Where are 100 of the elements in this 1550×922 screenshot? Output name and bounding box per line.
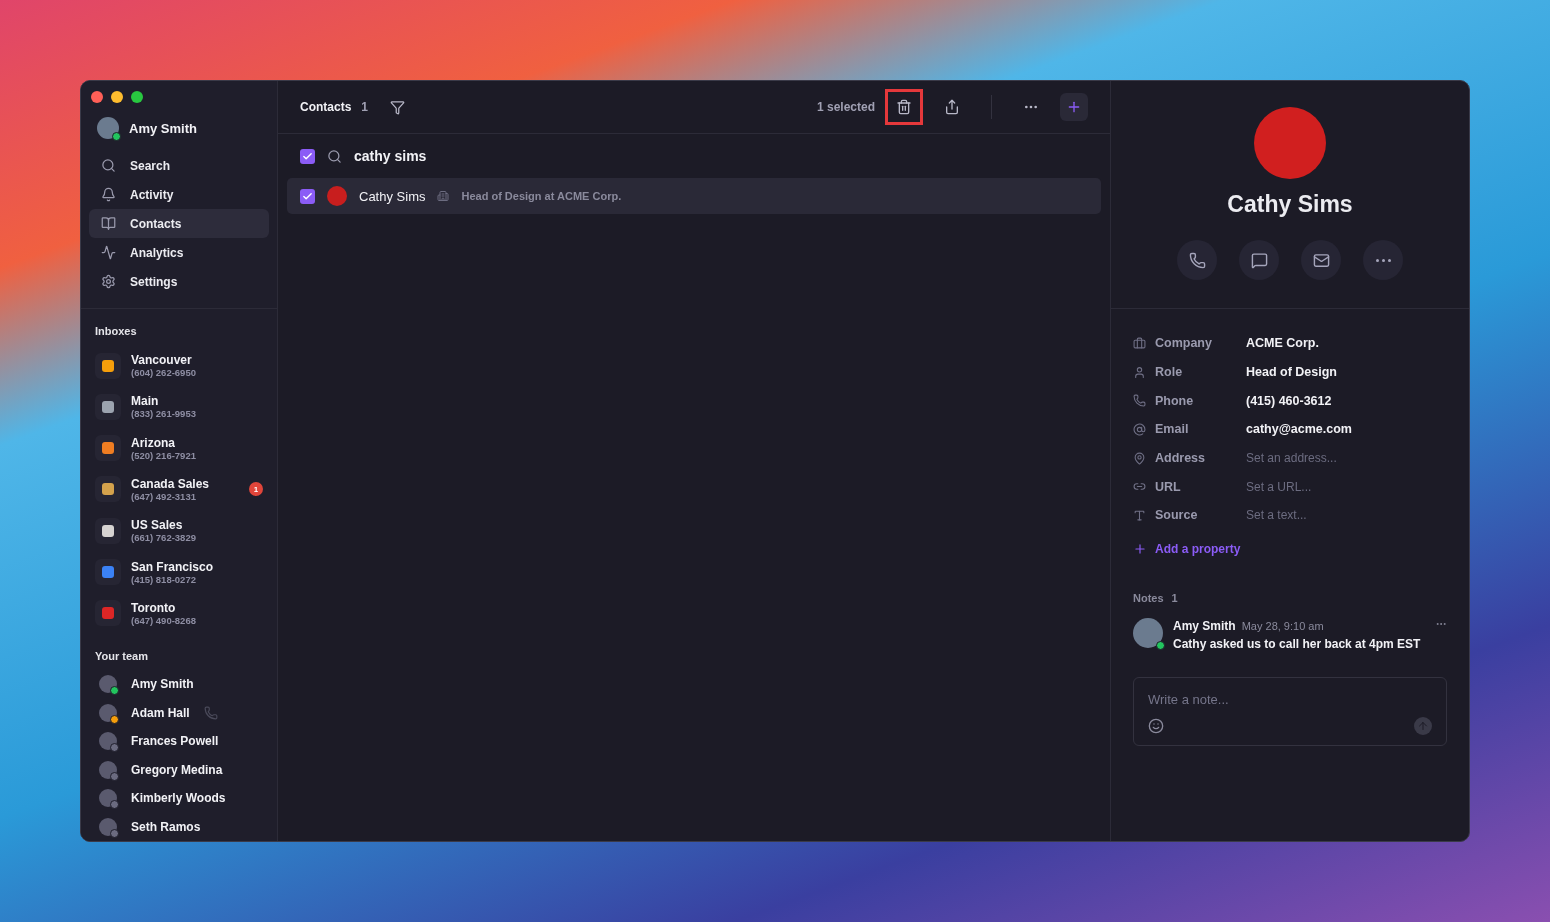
list-title: Contacts — [300, 100, 352, 114]
contact-name: Cathy Sims — [359, 188, 426, 204]
building-icon — [437, 190, 450, 202]
team-member[interactable]: Kimberly Woods — [81, 783, 277, 813]
inbox-name: San Francisco — [131, 559, 215, 574]
inbox-phone: (647) 490-8268 — [131, 614, 197, 626]
inbox-phone: (415) 818-0272 — [131, 573, 197, 585]
contact-row[interactable]: Cathy Sims Head of Design at ACME Corp. — [287, 178, 1101, 214]
section-title: Your team — [94, 648, 149, 664]
phone-icon — [1188, 251, 1206, 269]
inbox-item[interactable]: Canada Sales (647) 492-3131 1 — [81, 468, 277, 511]
search-field[interactable]: cathy sims — [354, 148, 427, 164]
property-label: URL — [1155, 479, 1182, 494]
inbox-name: Canada Sales — [131, 477, 211, 491]
inbox-item[interactable]: Main (833) 261-9953 — [81, 386, 277, 428]
minimize-button[interactable] — [111, 91, 123, 103]
person-icon — [1133, 365, 1146, 379]
inbox-name: Toronto — [131, 600, 177, 615]
property-label: Address — [1155, 451, 1207, 466]
inbox-icon — [95, 476, 121, 503]
inbox-icon — [95, 393, 121, 420]
phone-icon — [1133, 394, 1146, 408]
mail-icon — [1312, 251, 1330, 269]
inbox-name: Main — [131, 394, 160, 409]
trash-icon — [896, 99, 912, 115]
member-name: Kimberly Woods — [131, 791, 226, 806]
property-label: Company — [1155, 336, 1213, 351]
inbox-name: US Sales — [131, 518, 184, 533]
plus-icon — [1133, 541, 1147, 556]
book-icon — [101, 216, 116, 231]
property-value: cathy@acme.com — [1246, 422, 1353, 437]
check-icon — [302, 150, 313, 162]
property-value: (415) 460-3612 — [1246, 393, 1333, 408]
zoom-button[interactable] — [131, 91, 143, 103]
notes-title: Notes — [1133, 591, 1164, 604]
close-button[interactable] — [91, 91, 103, 103]
inbox-icon — [95, 517, 121, 544]
text-icon — [1133, 508, 1146, 522]
inbox-phone: (833) 261-9953 — [131, 408, 197, 420]
team-member[interactable]: Amy Smith — [81, 669, 277, 699]
map-pin-icon — [1133, 451, 1146, 465]
delete-button[interactable] — [885, 89, 923, 125]
notes-count: 1 — [1171, 591, 1178, 604]
inbox-item[interactable]: San Francisco (415) 818-0272 — [81, 551, 277, 593]
note-text: Cathy asked us to call her back at 4pm EST — [1173, 636, 1422, 651]
more-icon — [1375, 258, 1391, 262]
share-icon — [944, 99, 960, 115]
inbox-icon — [95, 559, 121, 586]
plus-icon — [1066, 99, 1082, 115]
call-button[interactable] — [1177, 240, 1217, 280]
inbox-item[interactable]: Vancouver (604) 262-6950 — [81, 345, 277, 387]
inbox-item[interactable]: Arizona (520) 216-7921 — [81, 427, 277, 469]
avatar — [327, 186, 347, 206]
note-time: May 28, 9:10 am — [1241, 619, 1324, 632]
checkbox[interactable] — [300, 148, 315, 164]
at-sign-icon — [1133, 422, 1146, 436]
briefcase-icon — [1133, 336, 1146, 350]
nav-item[interactable]: Contacts — [89, 209, 269, 238]
property-value: Head of Design — [1246, 365, 1338, 380]
team-member[interactable]: Frances Powell — [81, 726, 277, 756]
contact-count: 1 — [361, 100, 369, 114]
pulse-icon — [101, 245, 116, 260]
emoji-icon[interactable] — [1148, 717, 1164, 734]
team-member[interactable]: Seth Ramos — [81, 812, 277, 841]
contact-name: Cathy Sims — [1227, 191, 1353, 218]
search-icon — [101, 158, 116, 173]
member-name: Seth Ramos — [131, 819, 201, 834]
inbox-item[interactable]: Toronto (647) 490-8268 — [81, 592, 277, 634]
inbox-phone: (604) 262-6950 — [131, 367, 197, 379]
selection-count: 1 selected — [816, 100, 875, 114]
nav-item[interactable]: Activity — [89, 180, 269, 209]
property-label: Phone — [1155, 393, 1195, 408]
nav-item[interactable]: Settings — [89, 267, 269, 296]
member-name: Gregory Medina — [131, 762, 223, 777]
check-icon — [302, 190, 313, 202]
add-button[interactable] — [1060, 93, 1088, 121]
property-label: Email — [1155, 422, 1190, 437]
message-button[interactable] — [1239, 240, 1279, 280]
user-name: Amy Smith — [129, 120, 197, 136]
team-member[interactable]: Gregory Medina — [81, 755, 277, 784]
bell-icon — [101, 187, 116, 202]
inbox-item[interactable]: US Sales (661) 762-3829 — [81, 510, 277, 552]
property-label: Source — [1155, 508, 1199, 523]
inbox-icon — [95, 435, 121, 462]
contact-subtitle: Head of Design at ACME Corp. — [461, 190, 622, 202]
search-icon — [327, 148, 342, 164]
checkbox[interactable] — [300, 188, 315, 204]
arrow-up-icon — [1417, 719, 1429, 732]
chat-icon — [1250, 251, 1268, 269]
team-member[interactable]: Adam Hall — [81, 698, 277, 727]
note-input[interactable]: Write a note... — [1148, 691, 1432, 707]
nav-item[interactable]: Analytics — [89, 238, 269, 267]
nav-item[interactable]: Search — [89, 151, 269, 180]
email-button[interactable] — [1301, 240, 1341, 280]
inbox-phone: (647) 492-3131 — [131, 491, 197, 502]
unread-badge: 1 — [249, 482, 263, 497]
member-name: Frances Powell — [131, 734, 219, 749]
inbox-name: Arizona — [131, 435, 176, 450]
filter-icon — [389, 99, 405, 115]
add-property-link[interactable]: Add a property — [1133, 541, 1241, 556]
